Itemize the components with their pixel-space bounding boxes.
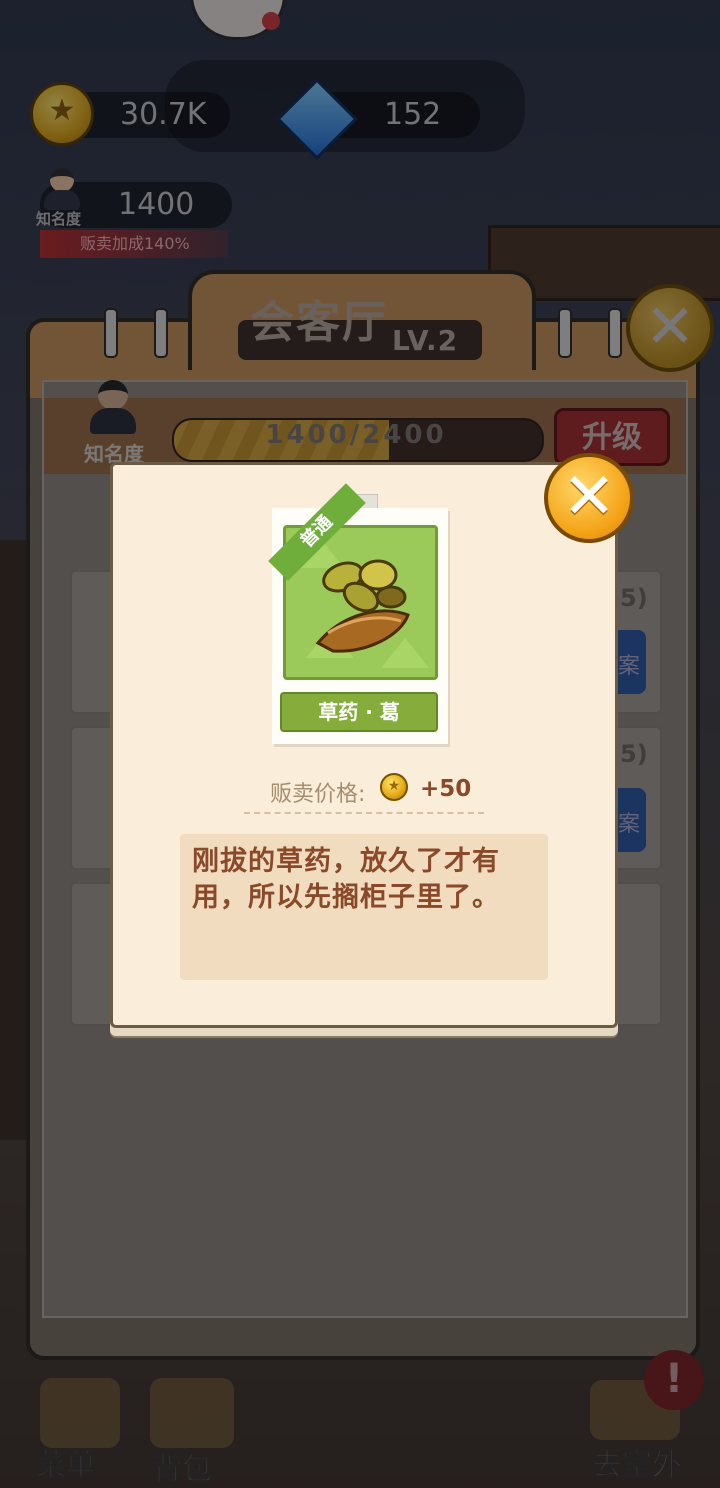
price-value: +50 [420,776,472,802]
item-description: 刚拔的草药，放久了才有用，所以先搁柜子里了。 [192,846,500,913]
coin-icon [380,773,408,801]
price-divider [244,812,484,814]
item-name: 草药 · 葛 [280,692,438,732]
close-icon[interactable]: ✕ [544,453,634,543]
price-label: 贩卖价格: [270,782,366,807]
